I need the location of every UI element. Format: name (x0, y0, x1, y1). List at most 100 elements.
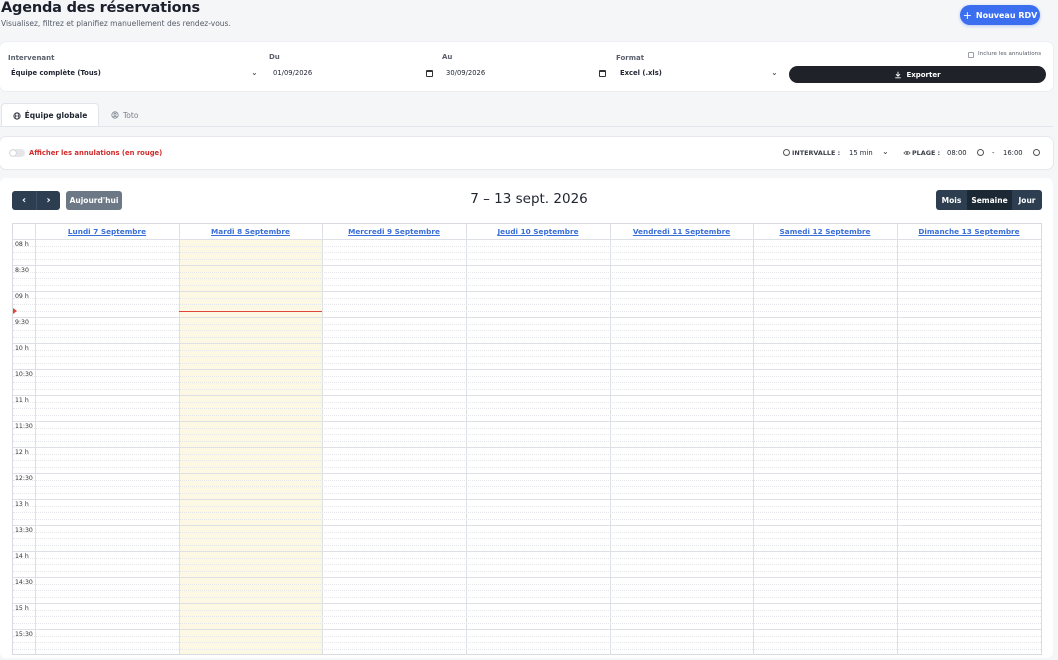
export-button[interactable]: Exporter (789, 66, 1046, 83)
quarter-divider (13, 512, 1041, 513)
day-header[interactable]: Samedi 12 Septembre (753, 224, 897, 239)
quarter-divider (13, 597, 1041, 598)
include-cancellations-label: Inclure les annulations (978, 51, 1042, 57)
time-slot-label: 10 h (15, 345, 29, 352)
quarter-divider (13, 460, 1041, 461)
user-circle-icon (111, 111, 119, 119)
range-start-field[interactable]: 08:00 (944, 146, 988, 160)
new-appointment-button[interactable]: + Nouveau RDV (960, 5, 1040, 25)
time-slot-label: 11 h (15, 397, 29, 404)
plus-icon: + (962, 8, 972, 22)
quarter-divider (13, 441, 1041, 442)
day-header[interactable]: Mardi 8 Septembre (179, 224, 322, 239)
slot-divider (13, 577, 1041, 578)
quarter-divider (13, 590, 1041, 591)
format-label: Format (616, 54, 645, 62)
new-appointment-label: Nouveau RDV (975, 10, 1038, 20)
quarter-divider (13, 408, 1041, 409)
range-start-value: 08:00 (947, 149, 967, 157)
time-slot-label: 15 h (15, 605, 29, 612)
day-header[interactable]: Jeudi 10 Septembre (466, 224, 610, 239)
format-select[interactable]: Excel (.xls) ⌄ (616, 66, 782, 80)
quarter-divider (13, 584, 1041, 585)
day-header[interactable]: Lundi 7 Septembre (35, 224, 179, 239)
quarter-divider (13, 506, 1041, 507)
quarter-divider (13, 519, 1041, 520)
format-value: Excel (.xls) (620, 69, 662, 77)
view-month-button[interactable]: Mois (936, 190, 967, 210)
range-end-value: 16:00 (1003, 149, 1023, 157)
tab-toto[interactable]: Toto (111, 103, 138, 127)
day-header[interactable]: Vendredi 11 Septembre (610, 224, 753, 239)
quarter-divider (13, 545, 1041, 546)
quarter-divider (13, 564, 1041, 565)
clock-icon (783, 149, 790, 156)
quarter-divider (13, 278, 1041, 279)
quarter-divider (13, 434, 1041, 435)
time-slot-label: 09 h (15, 293, 29, 300)
quarter-divider (13, 415, 1041, 416)
quarter-divider (13, 428, 1041, 429)
team-tabs: Équipe globale Toto (0, 103, 1058, 127)
quarter-divider (13, 246, 1041, 247)
now-indicator-line (179, 311, 322, 312)
download-icon (895, 71, 902, 78)
time-slot-label: 12 h (15, 449, 29, 456)
calendar-range-title: 7 – 13 sept. 2026 (470, 191, 588, 207)
interval-select[interactable]: 15 min ⌄ (845, 146, 893, 160)
slot-divider (13, 603, 1041, 604)
range-end-field[interactable]: 16:00 (1000, 146, 1044, 160)
header-divider (13, 239, 1041, 240)
quarter-divider (13, 330, 1041, 331)
chevron-down-icon: ⌄ (882, 147, 889, 156)
quarter-divider (13, 610, 1041, 611)
au-date-field[interactable]: 30/09/2026 (442, 66, 608, 80)
au-label: Au (442, 53, 453, 61)
du-date-field[interactable]: 01/09/2026 (269, 66, 435, 80)
quarter-divider (13, 571, 1041, 572)
quarter-divider (13, 298, 1041, 299)
quarter-divider (13, 337, 1041, 338)
slot-divider (13, 629, 1041, 630)
time-slot-label: 12:30 (15, 475, 33, 482)
quarter-divider (13, 259, 1041, 260)
show-cancellations-toggle[interactable] (9, 149, 25, 157)
quarter-divider (13, 467, 1041, 468)
tab-label: Toto (123, 110, 139, 120)
view-switcher: Mois Semaine Jour (936, 190, 1042, 210)
tab-equipe-globale[interactable]: Équipe globale (1, 103, 99, 127)
include-cancellations-checkbox[interactable] (968, 52, 974, 58)
range-separator: - (992, 149, 995, 157)
calendar-icon[interactable] (426, 70, 433, 77)
slot-divider (13, 369, 1041, 370)
clock-icon (1033, 149, 1040, 156)
intervenant-select[interactable]: Équipe complète (Tous) ⌄ (8, 66, 261, 80)
day-header[interactable]: Mercredi 9 Septembre (322, 224, 466, 239)
quarter-divider (13, 311, 1041, 312)
interval-label: INTERVALLE : (792, 149, 841, 157)
quarter-divider (13, 558, 1041, 559)
eye-icon (903, 151, 911, 155)
quarter-divider (13, 350, 1041, 351)
du-label: Du (269, 53, 280, 61)
slot-divider (13, 473, 1041, 474)
slot-divider (13, 551, 1041, 552)
quarter-divider (13, 356, 1041, 357)
page-header: Agenda des réservations Visualisez, filt… (0, 0, 1058, 36)
slot-divider (13, 525, 1041, 526)
quarter-divider (13, 285, 1041, 286)
slot-divider (13, 395, 1041, 396)
calendar-icon[interactable] (599, 70, 606, 77)
time-slot-label: 14 h (15, 553, 29, 560)
slot-divider (13, 343, 1041, 344)
time-slot-label: 13:30 (15, 527, 33, 534)
intervenant-value: Équipe complète (Tous) (11, 69, 101, 77)
range-label: PLAGE : (912, 149, 941, 157)
quarter-divider (13, 252, 1041, 253)
view-day-button[interactable]: Jour (1012, 190, 1042, 210)
chevron-down-icon: ⌄ (251, 68, 258, 77)
show-cancellations-label: Afficher les annulations (en rouge) (29, 149, 163, 157)
day-header[interactable]: Dimanche 13 Septembre (897, 224, 1041, 239)
chevron-down-icon: ⌄ (771, 68, 778, 77)
view-week-button[interactable]: Semaine (967, 190, 1012, 210)
